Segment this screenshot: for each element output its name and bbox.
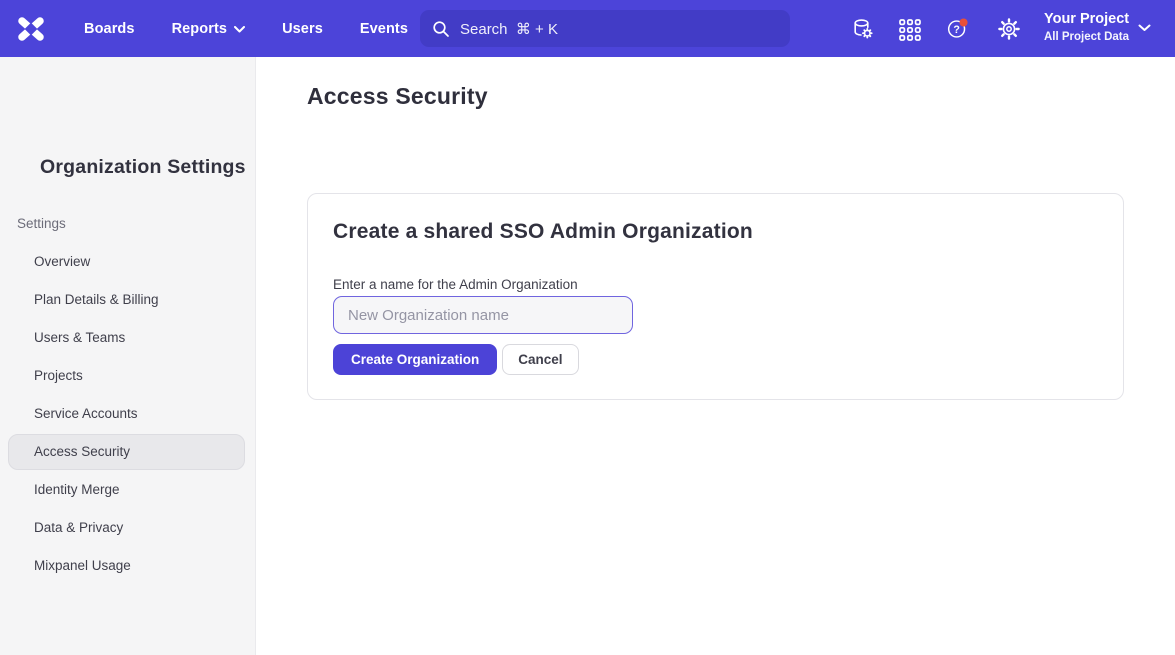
nav-item-label: Reports: [172, 21, 228, 37]
sidebar-items: Overview Plan Details & Billing Users & …: [0, 243, 255, 585]
top-nav: Boards Reports Users Events Search ⌘ + K: [0, 0, 1175, 57]
chevron-down-icon: [234, 26, 245, 33]
nav-item-users[interactable]: Users: [282, 21, 323, 37]
main-content: Access Security 2FA & SSO Domain Claimin…: [256, 57, 1175, 655]
sidebar-item-data-privacy[interactable]: Data & Privacy: [0, 509, 255, 547]
chevron-down-icon[interactable]: [1138, 24, 1151, 32]
create-organization-button[interactable]: Create Organization: [333, 344, 497, 375]
search-placeholder: Search ⌘ + K: [460, 20, 558, 38]
sidebar-title: Organization Settings: [40, 156, 246, 179]
nav-item-boards[interactable]: Boards: [84, 21, 135, 37]
sidebar-item-mixpanel-usage[interactable]: Mixpanel Usage: [0, 547, 255, 585]
nav-item-events[interactable]: Events: [360, 21, 408, 37]
card-title: Create a shared SSO Admin Organization: [333, 220, 753, 244]
apps-grid-icon[interactable]: [898, 18, 922, 42]
page-title: Access Security: [307, 83, 488, 110]
cancel-button[interactable]: Cancel: [502, 344, 578, 375]
help-icon[interactable]: ?: [946, 17, 970, 41]
sidebar-item-overview[interactable]: Overview: [0, 243, 255, 281]
nav-item-reports[interactable]: Reports: [172, 21, 246, 37]
settings-gear-icon[interactable]: [997, 17, 1021, 41]
nav-item-label: Users: [282, 21, 323, 37]
nav-item-label: Boards: [84, 21, 135, 37]
svg-text:?: ?: [953, 24, 959, 36]
search-icon: [432, 20, 450, 38]
primary-nav: Boards Reports Users Events: [84, 0, 408, 57]
nav-item-label: Events: [360, 21, 408, 37]
sidebar-item-projects[interactable]: Projects: [0, 357, 255, 395]
org-name-input[interactable]: [333, 296, 633, 334]
sidebar-item-service-accounts[interactable]: Service Accounts: [0, 395, 255, 433]
sidebar-item-access-security[interactable]: Access Security: [8, 434, 245, 470]
search-input[interactable]: Search ⌘ + K: [420, 10, 790, 47]
shared-sso-card: Create a shared SSO Admin Organization E…: [307, 193, 1124, 400]
org-name-field-label: Enter a name for the Admin Organization: [333, 277, 578, 292]
sidebar-item-users-teams[interactable]: Users & Teams: [0, 319, 255, 357]
data-management-icon[interactable]: [851, 17, 875, 41]
settings-sidebar: Organization Settings Settings Overview …: [0, 57, 256, 655]
sidebar-item-plan-details-billing[interactable]: Plan Details & Billing: [0, 281, 255, 319]
sidebar-item-identity-merge[interactable]: Identity Merge: [0, 471, 255, 509]
mixpanel-logo-icon[interactable]: [17, 15, 45, 43]
sidebar-section-label: Settings: [17, 216, 66, 231]
notification-badge: [959, 18, 967, 26]
card-actions: Create Organization Cancel: [333, 344, 579, 375]
